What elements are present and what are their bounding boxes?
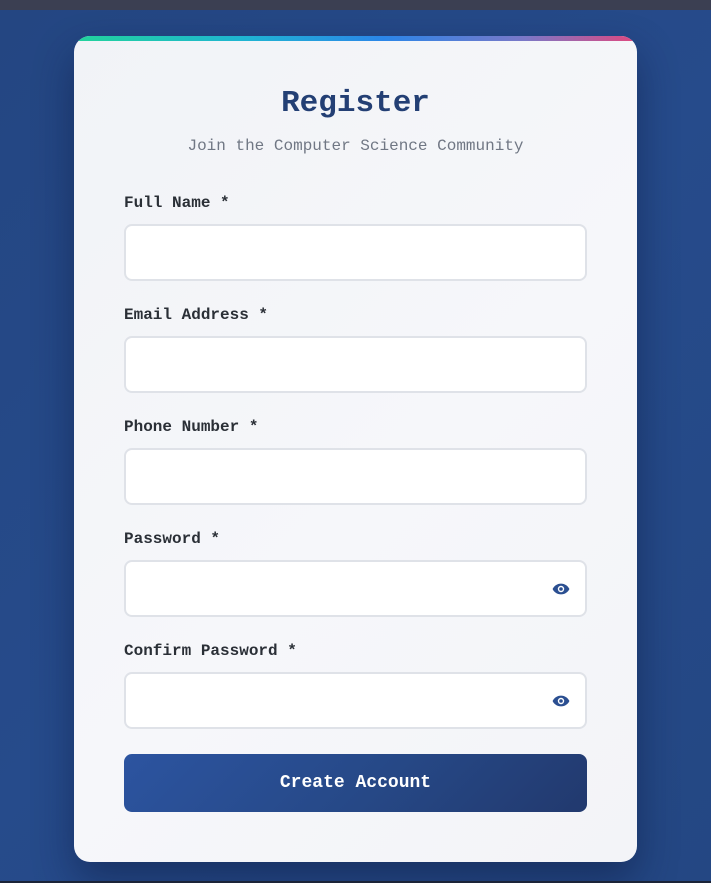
create-account-button[interactable]: Create Account bbox=[124, 754, 587, 812]
phone-field-wrapper bbox=[124, 448, 587, 505]
confirm-password-input[interactable] bbox=[124, 672, 587, 729]
email-label: Email Address * bbox=[124, 306, 269, 324]
phone-input[interactable] bbox=[124, 448, 587, 505]
full-name-input[interactable] bbox=[124, 224, 587, 281]
phone-label: Phone Number * bbox=[124, 418, 259, 436]
eye-icon bbox=[552, 695, 570, 707]
full-name-label: Full Name * bbox=[124, 194, 230, 212]
page-title: Register bbox=[281, 86, 430, 121]
confirm-password-field-wrapper bbox=[124, 672, 587, 729]
confirm-password-label: Confirm Password * bbox=[124, 642, 297, 660]
password-field-wrapper bbox=[124, 560, 587, 617]
email-input[interactable] bbox=[124, 336, 587, 393]
register-card: Register Join the Computer Science Commu… bbox=[74, 36, 637, 862]
toggle-password-visibility-button[interactable] bbox=[551, 579, 571, 599]
toggle-confirm-password-visibility-button[interactable] bbox=[551, 691, 571, 711]
email-field-wrapper bbox=[124, 336, 587, 393]
password-label: Password * bbox=[124, 530, 221, 548]
page-subtitle: Join the Computer Science Community bbox=[187, 137, 524, 155]
full-name-field-wrapper bbox=[124, 224, 587, 281]
top-bar bbox=[0, 0, 711, 10]
eye-icon bbox=[552, 583, 570, 595]
card-accent-bar bbox=[74, 36, 637, 41]
password-input[interactable] bbox=[124, 560, 587, 617]
